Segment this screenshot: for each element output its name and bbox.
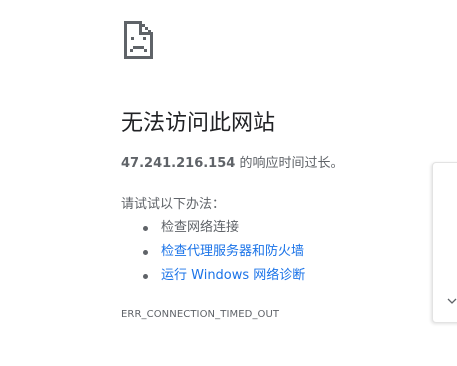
suggestions-list: 检查网络连接 检查代理服务器和防火墙 运行 Windows 网络诊断 — [121, 218, 305, 290]
check-proxy-firewall-link[interactable]: 检查代理服务器和防火墙 — [161, 244, 304, 259]
error-host: 47.241.216.154 — [121, 156, 236, 171]
error-message: 47.241.216.154 的响应时间过长。 — [121, 154, 343, 174]
error-page: 无法访问此网站 47.241.216.154 的响应时间过长。 请试试以下办法：… — [0, 0, 457, 366]
sad-page-icon — [124, 21, 153, 59]
side-panel[interactable] — [432, 162, 457, 323]
bullet-icon — [143, 226, 148, 231]
suggestions-heading: 请试试以下办法： — [121, 197, 226, 212]
bullet-icon — [143, 274, 148, 279]
chevron-down-icon[interactable] — [447, 297, 457, 305]
suggestion-check-network: 检查网络连接 — [121, 218, 305, 242]
suggestion-run-diagnostics: 运行 Windows 网络诊断 — [121, 266, 305, 290]
run-windows-diagnostics-link[interactable]: 运行 Windows 网络诊断 — [161, 268, 305, 283]
error-code: ERR_CONNECTION_TIMED_OUT — [121, 309, 280, 320]
suggestion-label: 检查网络连接 — [161, 220, 240, 235]
page-title: 无法访问此网站 — [121, 111, 276, 136]
suggestion-check-proxy: 检查代理服务器和防火墙 — [121, 242, 305, 266]
bullet-icon — [143, 250, 148, 255]
error-message-suffix: 的响应时间过长。 — [235, 156, 344, 171]
